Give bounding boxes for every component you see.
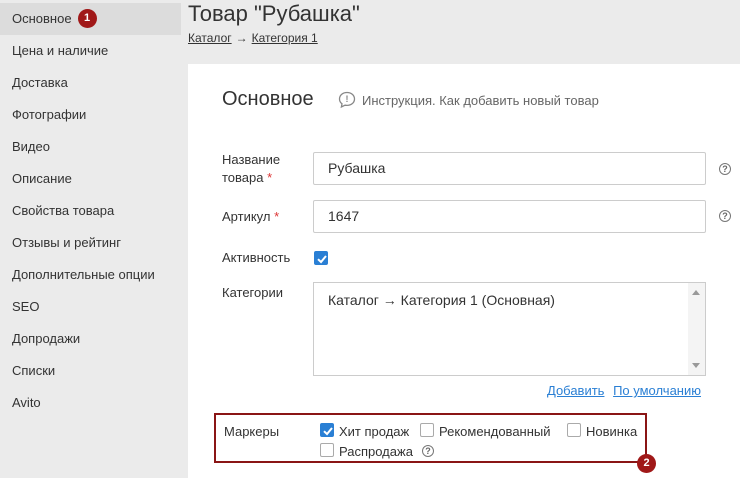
breadcrumb-catalog-link[interactable]: Каталог (188, 31, 232, 45)
categories-value: Каталог → Категория 1 (Основная) (328, 292, 555, 308)
sidebar-item-photos[interactable]: Фотографии (0, 99, 181, 131)
article-label: Артикул (222, 209, 271, 224)
product-name-input[interactable]: Рубашка (313, 152, 706, 185)
check-icon (317, 255, 327, 264)
categories-textarea[interactable]: Каталог → Категория 1 (Основная) (313, 282, 706, 376)
breadcrumb: Каталог → Категория 1 (188, 31, 318, 45)
marker-recommended-checkbox[interactable] (420, 423, 434, 437)
name-label-line1: Название (222, 152, 281, 167)
sidebar-item-label: SEO (12, 299, 40, 314)
sidebar-item-upsells[interactable]: Допродажи (0, 323, 181, 355)
marker-hit-label[interactable]: Хит продаж (339, 424, 409, 439)
article-field-label: Артикул * (222, 208, 279, 226)
check-icon (323, 427, 333, 436)
textarea-scrollbar[interactable] (688, 283, 705, 375)
sidebar: Основное 1 Цена и наличие Доставка Фотогр… (0, 0, 181, 478)
sidebar-item-options[interactable]: Дополнительные опции (0, 259, 181, 291)
add-category-link[interactable]: Добавить (547, 383, 604, 398)
sidebar-item-main[interactable]: Основное 1 (0, 3, 181, 35)
scroll-up-icon[interactable] (692, 290, 700, 295)
breadcrumb-separator: → (235, 31, 248, 45)
sidebar-item-avito[interactable]: Avito (0, 387, 181, 419)
svg-text:!: ! (346, 94, 349, 104)
sidebar-item-seo[interactable]: SEO (0, 291, 181, 323)
sidebar-item-description[interactable]: Описание (0, 163, 181, 195)
marker-sale-checkbox[interactable] (320, 443, 334, 457)
main-panel: Основное ! Инструкция. Как добавить новы… (188, 64, 740, 478)
sidebar-item-lists[interactable]: Списки (0, 355, 181, 387)
sidebar-item-label: Цена и наличие (12, 43, 109, 58)
required-marker: * (267, 170, 273, 185)
question-icon[interactable]: ? (719, 163, 731, 175)
step-badge: 1 (77, 9, 97, 29)
sidebar-item-label: Видео (12, 139, 50, 154)
default-category-link[interactable]: По умолчанию (613, 383, 701, 398)
sidebar-item-label: Дополнительные опции (12, 267, 155, 282)
question-icon[interactable]: ? (422, 445, 434, 457)
page-header: Товар "Рубашка" Каталог → Категория 1 (181, 0, 740, 64)
sidebar-item-label: Списки (12, 363, 56, 378)
sidebar-item-label: Допродажи (12, 331, 81, 346)
sidebar-item-properties[interactable]: Свойства товара (0, 195, 181, 227)
section-title: Основное (222, 88, 314, 110)
step-badge: 2 (637, 454, 656, 473)
sidebar-item-delivery[interactable]: Доставка (0, 67, 181, 99)
question-icon[interactable]: ? (719, 210, 731, 222)
active-checkbox[interactable] (314, 251, 328, 265)
sidebar-item-price[interactable]: Цена и наличие (0, 35, 181, 67)
sidebar-item-label: Основное (12, 11, 72, 26)
sidebar-item-label: Свойства товара (12, 203, 115, 218)
marker-sale-label[interactable]: Распродажа (339, 444, 413, 459)
instruction-link[interactable]: ! Инструкция. Как добавить новый товар (338, 91, 599, 109)
marker-recommended-label[interactable]: Рекомендованный (439, 424, 551, 439)
sidebar-item-label: Фотографии (12, 107, 87, 122)
marker-new-label[interactable]: Новинка (586, 424, 637, 439)
name-label-line2: товара (222, 170, 264, 185)
scroll-down-icon[interactable] (692, 363, 700, 368)
instruction-link-label: Инструкция. Как добавить новый товар (362, 92, 599, 108)
markers-label: Маркеры (224, 424, 280, 439)
sidebar-item-reviews[interactable]: Отзывы и рейтинг (0, 227, 181, 259)
categories-field-label: Категории (222, 285, 283, 300)
sidebar-item-label: Avito (12, 395, 41, 410)
name-field-label: Название товара * (222, 151, 280, 187)
page-title: Товар "Рубашка" (188, 1, 360, 26)
required-marker: * (274, 209, 280, 224)
chat-help-icon: ! (338, 91, 356, 109)
marker-new-checkbox[interactable] (567, 423, 581, 437)
article-input[interactable]: 1647 (313, 200, 706, 233)
marker-hit-checkbox[interactable] (320, 423, 334, 437)
sidebar-item-video[interactable]: Видео (0, 131, 181, 163)
sidebar-item-label: Описание (12, 171, 72, 186)
sidebar-item-label: Отзывы и рейтинг (12, 235, 121, 250)
markers-highlight-box: Маркеры Хит продаж Рекомендованный Новин… (214, 413, 647, 463)
category-links: Добавить По умолчанию (542, 383, 701, 398)
sidebar-item-label: Доставка (12, 75, 68, 90)
active-field-label: Активность (222, 250, 291, 265)
breadcrumb-category-link[interactable]: Категория 1 (252, 31, 318, 45)
